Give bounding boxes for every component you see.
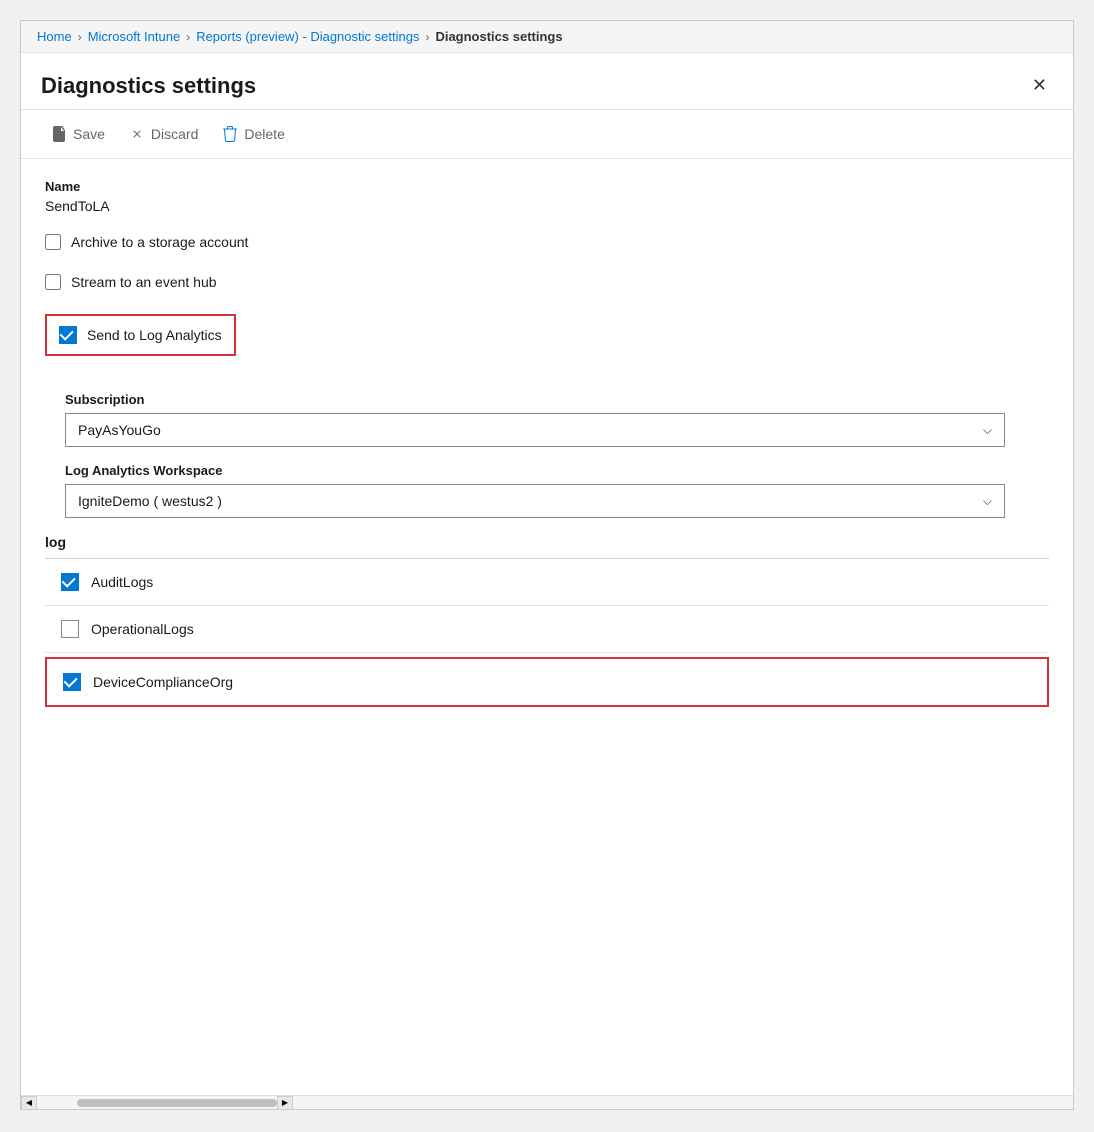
workspace-label: Log Analytics Workspace bbox=[65, 463, 1049, 478]
devicecomplianceorg-checkbox-checked[interactable] bbox=[63, 673, 81, 691]
subscription-dropdown[interactable]: PayAsYouGo ⌵ bbox=[65, 413, 1005, 447]
chevron-down-icon: ⌵ bbox=[983, 423, 992, 438]
delete-button[interactable]: Delete bbox=[212, 120, 294, 148]
scrollbar-thumb[interactable] bbox=[77, 1099, 277, 1107]
horizontal-scrollbar[interactable]: ◀ ▶ bbox=[21, 1095, 1073, 1109]
breadcrumb-home[interactable]: Home bbox=[37, 29, 72, 44]
subscription-value: PayAsYouGo bbox=[78, 422, 161, 438]
subscription-section: Subscription PayAsYouGo ⌵ Log Analytics … bbox=[65, 392, 1049, 518]
workspace-dropdown[interactable]: IgniteDemo ( westus2 ) ⌵ bbox=[65, 484, 1005, 518]
breadcrumb-sep-2: › bbox=[186, 30, 190, 44]
scroll-right-button[interactable]: ▶ bbox=[277, 1096, 293, 1110]
breadcrumb: Home › Microsoft Intune › Reports (previ… bbox=[21, 21, 1073, 53]
name-field: Name SendToLA bbox=[45, 179, 1049, 214]
archive-checkbox[interactable] bbox=[45, 234, 61, 250]
save-button[interactable]: Save bbox=[41, 120, 115, 148]
breadcrumb-sep-1: › bbox=[78, 30, 82, 44]
archive-checkbox-wrapper[interactable]: Archive to a storage account bbox=[45, 234, 248, 250]
discard-button[interactable]: Discard bbox=[119, 120, 208, 148]
save-icon bbox=[51, 126, 67, 142]
devicecomplianceorg-label: DeviceComplianceOrg bbox=[93, 674, 233, 690]
breadcrumb-sep-3: › bbox=[425, 30, 429, 44]
log-item-operationallogs[interactable]: OperationalLogs bbox=[45, 606, 1049, 653]
send-to-log-highlight-box[interactable]: Send to Log Analytics bbox=[45, 314, 236, 356]
discard-label: Discard bbox=[151, 126, 198, 142]
discard-icon bbox=[129, 126, 145, 142]
delete-label: Delete bbox=[244, 126, 284, 142]
name-value: SendToLA bbox=[45, 198, 1049, 214]
log-section-header: log bbox=[45, 534, 1049, 558]
toolbar: Save Discard Delete bbox=[21, 110, 1073, 159]
breadcrumb-reports[interactable]: Reports (preview) - Diagnostic settings bbox=[196, 29, 419, 44]
breadcrumb-current: Diagnostics settings bbox=[435, 29, 562, 44]
operationallogs-checkbox-empty[interactable] bbox=[61, 620, 79, 638]
stream-checkbox-wrapper[interactable]: Stream to an event hub bbox=[45, 274, 217, 290]
auditlogs-label: AuditLogs bbox=[91, 574, 153, 590]
diagnostics-settings-panel: Home › Microsoft Intune › Reports (previ… bbox=[20, 20, 1074, 1110]
name-label: Name bbox=[45, 179, 1049, 194]
stream-checkbox-row: Stream to an event hub bbox=[45, 274, 1049, 290]
delete-icon bbox=[222, 126, 238, 142]
form-content: Name SendToLA Archive to a storage accou… bbox=[21, 159, 1073, 731]
log-item-auditlogs[interactable]: AuditLogs bbox=[45, 559, 1049, 606]
auditlogs-checkbox-checked[interactable] bbox=[61, 573, 79, 591]
send-to-log-label: Send to Log Analytics bbox=[87, 327, 222, 343]
archive-checkbox-row: Archive to a storage account bbox=[45, 234, 1049, 250]
send-to-log-section: Send to Log Analytics bbox=[45, 314, 1049, 376]
subscription-label: Subscription bbox=[65, 392, 1049, 407]
save-label: Save bbox=[73, 126, 105, 142]
page-title: Diagnostics settings bbox=[41, 73, 256, 99]
stream-checkbox[interactable] bbox=[45, 274, 61, 290]
scroll-left-button[interactable]: ◀ bbox=[21, 1096, 37, 1110]
close-button[interactable]: ✕ bbox=[1026, 73, 1053, 98]
archive-label[interactable]: Archive to a storage account bbox=[71, 234, 248, 250]
operationallogs-label: OperationalLogs bbox=[91, 621, 194, 637]
workspace-value: IgniteDemo ( westus2 ) bbox=[78, 493, 222, 509]
breadcrumb-intune[interactable]: Microsoft Intune bbox=[88, 29, 181, 44]
panel-header: Diagnostics settings ✕ bbox=[21, 53, 1073, 110]
stream-label[interactable]: Stream to an event hub bbox=[71, 274, 217, 290]
chevron-down-icon-2: ⌵ bbox=[983, 494, 992, 509]
log-section: log AuditLogs OperationalLogs DeviceComp… bbox=[45, 534, 1049, 707]
send-to-log-checkbox-checked[interactable] bbox=[59, 326, 77, 344]
log-item-devicecomplianceorg[interactable]: DeviceComplianceOrg bbox=[45, 657, 1049, 707]
